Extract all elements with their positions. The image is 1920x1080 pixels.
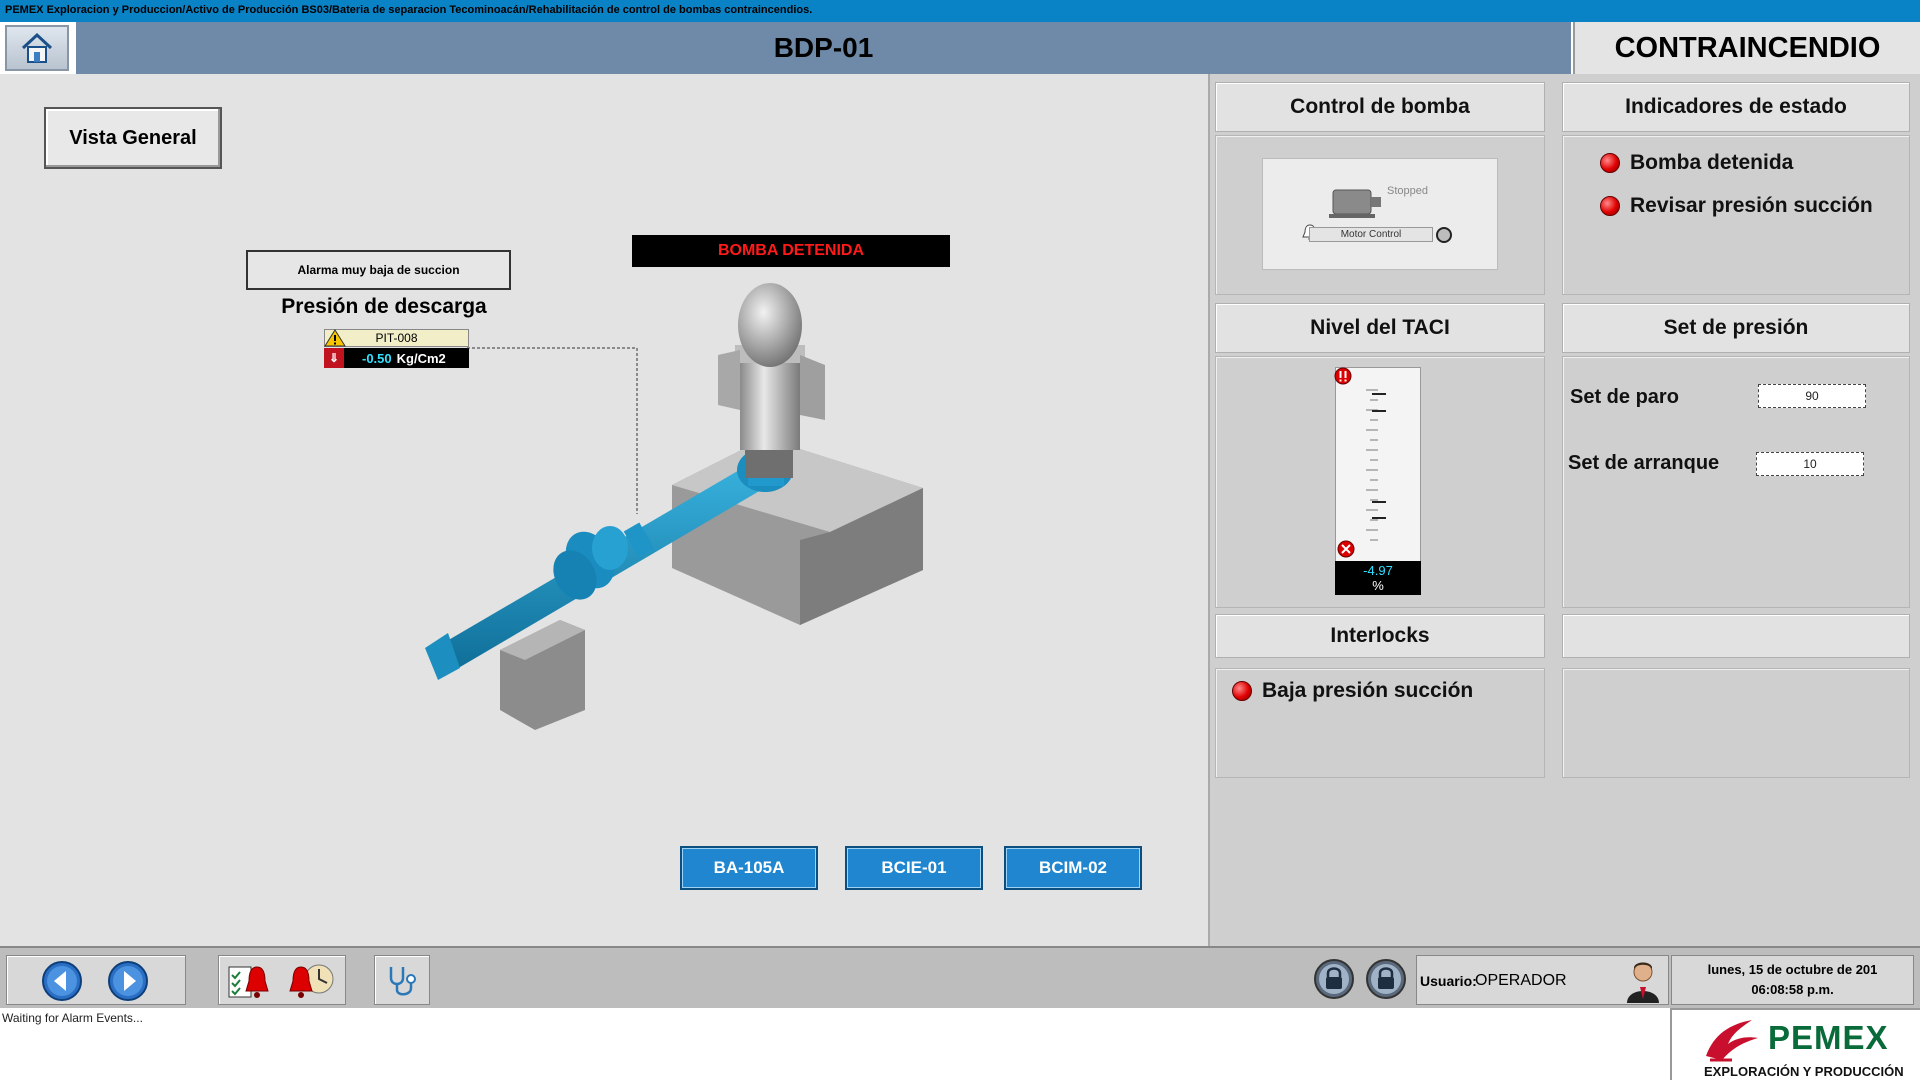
motor-icon bbox=[1329, 189, 1381, 218]
pump-status-banner: BOMBA DETENIDA bbox=[632, 235, 950, 267]
set-stop-input[interactable]: 90 bbox=[1758, 384, 1866, 408]
motor-status-light bbox=[1436, 227, 1452, 243]
pemex-logo: PEMEX EXPLORACIÓN Y PRODUCCIÓN bbox=[1670, 1008, 1920, 1080]
nav-button-ba105a[interactable]: BA-105A bbox=[680, 846, 818, 890]
motor-control-label: Motor Control bbox=[1309, 227, 1433, 242]
user-name: OPERADOR bbox=[1475, 972, 1567, 989]
page-title: BDP-01 bbox=[76, 22, 1571, 74]
user-label: Usuario: bbox=[1420, 973, 1477, 989]
date-time: lunes, 15 de octubre de 201 06:08:58 p.m… bbox=[1671, 955, 1914, 1005]
empty-panel bbox=[1562, 668, 1910, 778]
indicator-label: Revisar presión succión bbox=[1630, 194, 1873, 217]
alarm-summary-icon[interactable] bbox=[227, 961, 271, 1001]
indicator-label: Bomba detenida bbox=[1630, 151, 1794, 174]
forward-arrow-icon[interactable] bbox=[107, 960, 149, 1002]
window-title-bar: PEMEX Exploracion y Produccion/Activo de… bbox=[0, 0, 1920, 22]
low-low-alarm-icon: ⇓ bbox=[324, 348, 344, 368]
vista-general-button[interactable]: Vista General bbox=[44, 107, 222, 169]
lock-icon[interactable] bbox=[1313, 958, 1355, 1000]
tank-level-value: -4.97 bbox=[1363, 563, 1393, 578]
pressure-set-header: Set de presión bbox=[1562, 303, 1910, 353]
level-scale bbox=[1366, 389, 1386, 541]
home-icon bbox=[21, 32, 53, 63]
set-stop-label: Set de paro bbox=[1570, 386, 1679, 408]
stethoscope-icon[interactable] bbox=[385, 964, 421, 998]
user-info: Usuario: OPERADOR bbox=[1416, 955, 1669, 1005]
nav-button-bcie01[interactable]: BCIE-01 bbox=[845, 846, 983, 890]
alarm-led-icon bbox=[1232, 681, 1252, 701]
set-start-label: Set de arranque bbox=[1568, 452, 1720, 474]
unlock-icon[interactable] bbox=[1365, 958, 1407, 1000]
diagnostics-group bbox=[374, 955, 430, 1005]
pit-value: -0.50 bbox=[362, 350, 392, 366]
time-text: 06:08:58 p.m. bbox=[1751, 982, 1834, 997]
interlock-baja-presion: Baja presión succión bbox=[1232, 679, 1473, 703]
navigation-group bbox=[6, 955, 186, 1005]
indicator-bomba-detenida: Bomba detenida bbox=[1600, 151, 1793, 175]
pemex-eagle-icon bbox=[1706, 1020, 1758, 1062]
back-arrow-icon[interactable] bbox=[41, 960, 83, 1002]
pemex-subtitle: EXPLORACIÓN Y PRODUCCIÓN bbox=[1704, 1064, 1904, 1079]
status-indicators-header: Indicadores de estado bbox=[1562, 82, 1910, 132]
empty-panel-header bbox=[1562, 614, 1910, 658]
warning-icon bbox=[324, 329, 346, 347]
alarm-led-icon bbox=[1600, 153, 1620, 173]
pump-control-header: Control de bomba bbox=[1215, 82, 1545, 132]
alarm-led-icon bbox=[1600, 196, 1620, 216]
alarm-history-icon[interactable] bbox=[287, 961, 335, 1001]
home-button[interactable] bbox=[5, 25, 69, 71]
user-avatar-icon bbox=[1627, 962, 1659, 1003]
alarm-group bbox=[218, 955, 346, 1005]
pump-illustration bbox=[425, 283, 923, 730]
pemex-brand: PEMEX bbox=[1768, 1019, 1889, 1056]
low-alarm-icon bbox=[1337, 540, 1355, 558]
date-text: lunes, 15 de octubre de 201 bbox=[1707, 962, 1878, 977]
interlocks-header: Interlocks bbox=[1215, 614, 1545, 658]
taci-level-header: Nivel del TACI bbox=[1215, 303, 1545, 353]
tank-level-readout: -4.97 % bbox=[1335, 561, 1421, 595]
motor-control-faceplate[interactable]: Stopped Motor Control bbox=[1262, 158, 1498, 270]
motor-state: Stopped bbox=[1387, 185, 1428, 197]
bottom-toolbar: Usuario: OPERADOR lunes, 15 de octubre d… bbox=[0, 946, 1920, 1008]
tank-level-bar bbox=[1334, 367, 1421, 562]
nav-button-bcim02[interactable]: BCIM-02 bbox=[1004, 846, 1142, 890]
tank-level-unit: % bbox=[1372, 578, 1384, 593]
section-title: CONTRAINCENDIO bbox=[1573, 22, 1920, 74]
set-start-input[interactable]: 10 bbox=[1756, 452, 1864, 476]
indicator-revisar-presion: Revisar presión succión bbox=[1600, 194, 1873, 218]
status-strip: Waiting for Alarm Events... bbox=[0, 1008, 1670, 1080]
interlock-label: Baja presión succión bbox=[1262, 679, 1474, 702]
high-alarm-icon bbox=[1334, 367, 1352, 385]
